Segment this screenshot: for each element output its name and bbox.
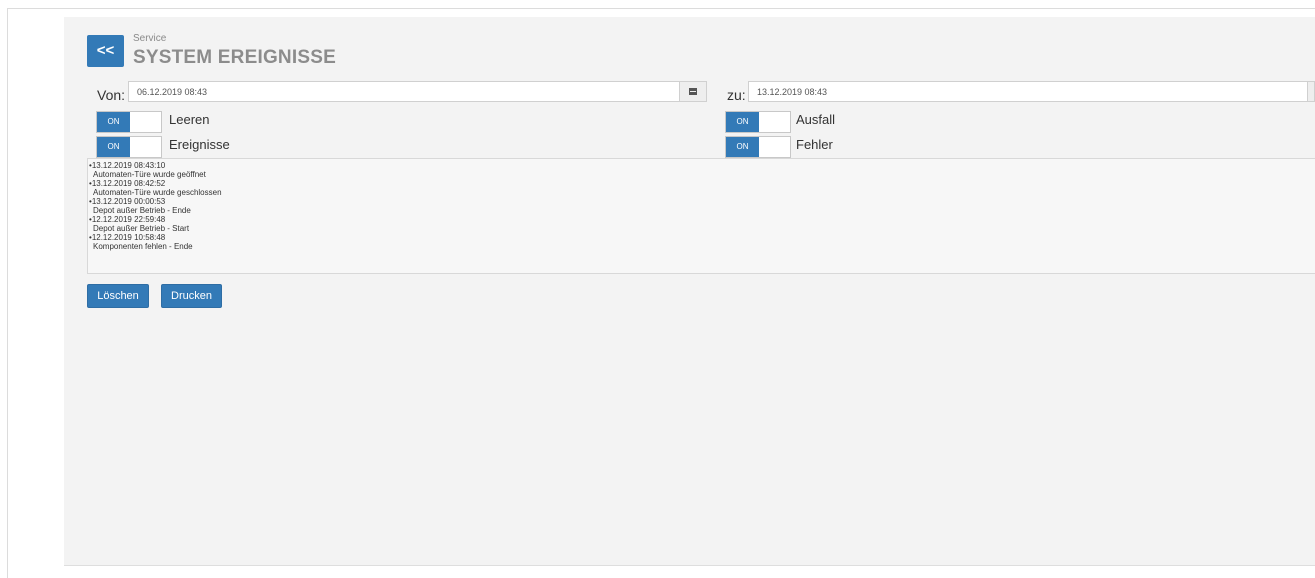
- delete-button[interactable]: Löschen: [87, 284, 149, 308]
- toggle-ereignisse[interactable]: ON: [96, 136, 162, 158]
- toggle-ausfall[interactable]: ON: [725, 111, 791, 133]
- toggle-on-label: ON: [97, 112, 130, 132]
- toggle-off-handle: [130, 137, 161, 157]
- toggle-on-label: ON: [97, 137, 130, 157]
- toggle-label-leeren: Leeren: [169, 112, 210, 127]
- event-time: 13.12.2019 00:00:53: [88, 197, 1315, 206]
- toggle-leeren[interactable]: ON: [96, 111, 162, 133]
- event-message: Komponenten fehlen - Ende: [93, 242, 193, 251]
- to-date-input[interactable]: [748, 81, 1308, 102]
- toggle-off-handle: [130, 112, 161, 132]
- event-message: Automaten-Türe wurde geschlossen: [93, 188, 222, 197]
- list-item[interactable]: 12.12.2019 10:58:48 Komponenten fehlen -…: [88, 233, 1315, 251]
- list-item[interactable]: 13.12.2019 08:42:52 Automaten-Türe wurde…: [88, 179, 1315, 197]
- section-label: Service: [133, 33, 167, 44]
- to-calendar-button[interactable]: [1308, 81, 1315, 102]
- event-message: Automaten-Türe wurde geöffnet: [93, 170, 206, 179]
- list-item[interactable]: 13.12.2019 08:43:10 Automaten-Türe wurde…: [88, 161, 1315, 179]
- event-time: 12.12.2019 10:58:48: [88, 233, 1315, 242]
- toggle-on-label: ON: [726, 112, 759, 132]
- toggle-label-fehler: Fehler: [796, 137, 833, 152]
- print-button[interactable]: Drucken: [161, 284, 222, 308]
- event-message: Depot außer Betrieb - Ende: [93, 206, 191, 215]
- back-button[interactable]: <<: [87, 35, 124, 67]
- page-title: SYSTEM EREIGNISSE: [133, 47, 336, 68]
- event-time: 13.12.2019 08:42:52: [88, 179, 1315, 188]
- to-label: zu:: [727, 87, 746, 103]
- from-calendar-button[interactable]: [680, 81, 707, 102]
- toggle-label-ausfall: Ausfall: [796, 112, 836, 127]
- event-message: Depot außer Betrieb - Start: [93, 224, 190, 233]
- from-label: Von:: [97, 87, 126, 103]
- event-list: 13.12.2019 08:43:10 Automaten-Türe wurde…: [88, 159, 1315, 251]
- event-log[interactable]: 13.12.2019 08:43:10 Automaten-Türe wurde…: [87, 158, 1315, 274]
- list-item[interactable]: 13.12.2019 00:00:53 Depot außer Betrieb …: [88, 197, 1315, 215]
- toggle-fehler[interactable]: ON: [725, 136, 791, 158]
- from-date-input[interactable]: [128, 81, 680, 102]
- list-item[interactable]: 12.12.2019 22:59:48 Depot außer Betrieb …: [88, 215, 1315, 233]
- toggle-label-ereignisse: Ereignisse: [169, 137, 230, 152]
- toggle-on-label: ON: [726, 137, 759, 157]
- event-time: 12.12.2019 22:59:48: [88, 215, 1315, 224]
- toggle-off-handle: [759, 137, 790, 157]
- toggle-off-handle: [759, 112, 790, 132]
- event-time: 13.12.2019 08:43:10: [88, 161, 1315, 170]
- calendar-icon: [689, 88, 697, 95]
